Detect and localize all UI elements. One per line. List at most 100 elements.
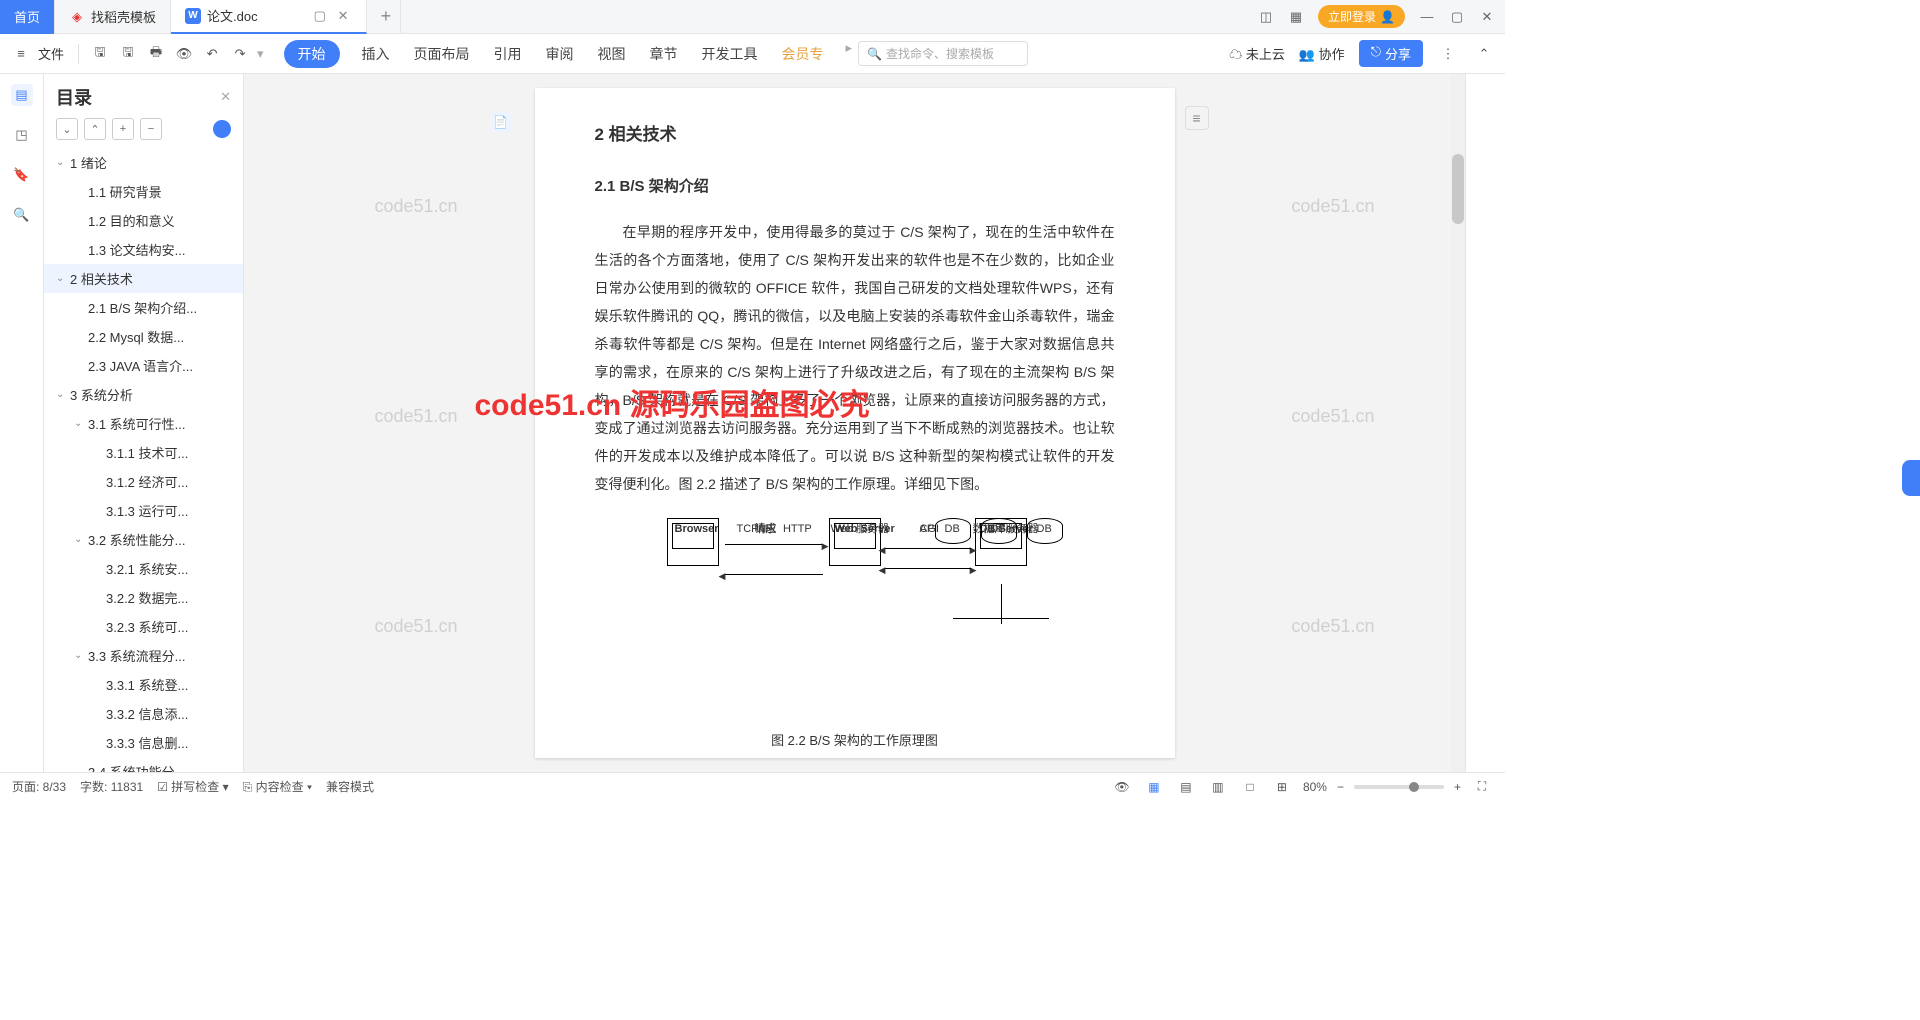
toc-item[interactable]: 3.3.2 信息添... [44, 699, 243, 728]
minimize-icon[interactable]: — [1419, 9, 1435, 24]
toc-add[interactable]: + [112, 118, 134, 140]
tab-home[interactable]: 首页 [0, 0, 55, 34]
zoom-out-icon[interactable]: − [1337, 780, 1344, 794]
char-count[interactable]: 字数: 11831 [80, 778, 143, 795]
section-heading: 2.1 B/S 架构介绍 [595, 172, 1115, 202]
toc-item[interactable]: ⌄3 系统分析 [44, 380, 243, 409]
toc-item[interactable]: 2.2 Mysql 数据... [44, 322, 243, 351]
ribbon-tab-review[interactable]: 审阅 [544, 40, 576, 68]
outline-icon[interactable]: ▤ [11, 84, 33, 106]
view-web-icon[interactable]: ▥ [1207, 776, 1229, 798]
menu-icon[interactable]: ≡ [10, 43, 32, 65]
toc-item[interactable]: 3.1.3 运行可... [44, 496, 243, 525]
view-page-icon[interactable]: ▦ [1143, 776, 1165, 798]
sidebar: ▤ ◳ 🔖 🔍 [0, 74, 44, 772]
ribbon: ≡ 文件 🖫 🖫 🖶 👁 ↶ ↷ ▾ 开始 插入 页面布局 引用 审阅 视图 章… [0, 34, 1505, 74]
tab-template[interactable]: ◈ 找稻壳模板 [55, 0, 171, 34]
tab-document[interactable]: W 论文.doc ▢ ✕ [171, 0, 367, 34]
ribbon-tab-chapter[interactable]: 章节 [648, 40, 680, 68]
apps-icon[interactable]: ▦ [1288, 9, 1304, 25]
view-read-icon[interactable]: □ [1239, 776, 1261, 798]
save-icon[interactable]: 🖫 [89, 43, 111, 65]
user-icon: 👤 [1380, 10, 1395, 24]
toc-item[interactable]: 1.1 研究背景 [44, 177, 243, 206]
toc-item[interactable]: 3.4 系统功能分... [44, 757, 243, 772]
toc-item[interactable]: 3.2.3 系统可... [44, 612, 243, 641]
toc-item[interactable]: 1.2 目的和意义 [44, 206, 243, 235]
more-icon[interactable]: ⋮ [1437, 43, 1459, 65]
wps-icon: W [185, 8, 201, 24]
toc-item[interactable]: 3.1.2 经济可... [44, 467, 243, 496]
right-panel [1465, 74, 1505, 772]
ribbon-tabs: 开始 插入 页面布局 引用 审阅 视图 章节 开发工具 会员专 ▸ [284, 40, 853, 68]
cloud-status[interactable]: ☁ 未上云 [1229, 44, 1285, 63]
search-icon: 🔍 [867, 47, 882, 61]
page-indicator[interactable]: 页面: 8/33 [12, 778, 66, 795]
ribbon-tab-insert[interactable]: 插入 [360, 40, 392, 68]
toc-list: ⌄1 绪论1.1 研究背景1.2 目的和意义1.3 论文结构安...⌄2 相关技… [44, 148, 243, 772]
fullscreen-icon[interactable]: ⛶ [1471, 776, 1493, 798]
login-button[interactable]: 立即登录👤 [1318, 5, 1405, 28]
share-button[interactable]: ⎋分享 [1359, 40, 1423, 67]
toc-close-icon[interactable]: ✕ [220, 89, 231, 105]
save-as-icon[interactable]: 🖫 [117, 43, 139, 65]
toc-item[interactable]: 1.3 论文结构安... [44, 235, 243, 264]
present-icon[interactable]: ▢ [314, 8, 328, 24]
find-icon[interactable]: 🔍 [11, 204, 33, 226]
toc-collapse-all[interactable]: ⌄ [56, 118, 78, 140]
people-icon: 👥 [1299, 47, 1315, 62]
toc-item[interactable]: 3.2.1 系统安... [44, 554, 243, 583]
view-outline-icon[interactable]: ▤ [1175, 776, 1197, 798]
ribbon-tab-layout[interactable]: 页面布局 [412, 40, 472, 68]
toc-settings-icon[interactable] [213, 120, 231, 138]
close-icon[interactable]: ✕ [1479, 9, 1495, 25]
close-tab-icon[interactable]: ✕ [338, 8, 352, 24]
toc-expand-all[interactable]: ⌃ [84, 118, 106, 140]
toc-item[interactable]: 2.3 JAVA 语言介... [44, 351, 243, 380]
ribbon-tab-ref[interactable]: 引用 [492, 40, 524, 68]
toc-item[interactable]: ⌄3.2 系统性能分... [44, 525, 243, 554]
expand-panel-icon[interactable]: ≡ [1185, 106, 1209, 130]
scrollbar[interactable] [1451, 74, 1465, 772]
ribbon-tab-view[interactable]: 视图 [596, 40, 628, 68]
toc-remove[interactable]: − [140, 118, 162, 140]
toc-item[interactable]: 2.1 B/S 架构介绍... [44, 293, 243, 322]
eye-icon[interactable]: 👁 [1111, 776, 1133, 798]
ribbon-tab-dev[interactable]: 开发工具 [700, 40, 760, 68]
collapse-ribbon-icon[interactable]: ⌃ [1473, 43, 1495, 65]
file-menu[interactable]: 文件 [38, 44, 64, 63]
nav-icon[interactable]: ◳ [11, 124, 33, 146]
docer-icon: ◈ [69, 9, 85, 25]
fit-icon[interactable]: ⊞ [1271, 776, 1293, 798]
document-viewport[interactable]: 📄 ≡ 2 相关技术 2.1 B/S 架构介绍 在早期的程序开发中，使用得最多的… [244, 74, 1465, 772]
spellcheck-button[interactable]: ☑ 拼写检查 ▾ [157, 778, 228, 795]
print-preview-icon[interactable]: 👁 [173, 43, 195, 65]
toc-item[interactable]: ⌄1 绪论 [44, 148, 243, 177]
scroll-thumb[interactable] [1452, 154, 1464, 224]
side-tab[interactable] [1902, 460, 1920, 496]
ribbon-tab-start[interactable]: 开始 [284, 40, 340, 68]
toc-item[interactable]: 3.3.3 信息删... [44, 728, 243, 757]
page-action-icon[interactable]: 📄 [491, 112, 511, 132]
maximize-icon[interactable]: ▢ [1449, 9, 1465, 25]
content-check-button[interactable]: ⎘ 内容检查 ▾ [243, 778, 312, 795]
toc-panel: 目录 ✕ ⌄ ⌃ + − ⌄1 绪论1.1 研究背景1.2 目的和意义1.3 论… [44, 74, 244, 772]
undo-icon[interactable]: ↶ [201, 43, 223, 65]
coop-button[interactable]: 👥 协作 [1299, 44, 1345, 63]
toc-item[interactable]: ⌄3.3 系统流程分... [44, 641, 243, 670]
zoom-in-icon[interactable]: + [1454, 780, 1461, 794]
new-tab-button[interactable]: + [367, 0, 401, 34]
zoom-slider[interactable] [1354, 785, 1444, 789]
layout-icon[interactable]: ◫ [1258, 9, 1274, 25]
toc-item[interactable]: 3.2.2 数据完... [44, 583, 243, 612]
toc-item[interactable]: ⌄2 相关技术 [44, 264, 243, 293]
bookmark-icon[interactable]: 🔖 [11, 164, 33, 186]
command-search[interactable]: 🔍 查找命令、搜索模板 [858, 41, 1028, 66]
zoom-label[interactable]: 80% [1303, 780, 1327, 794]
toc-item[interactable]: 3.1.1 技术可... [44, 438, 243, 467]
ribbon-tab-vip[interactable]: 会员专 [780, 40, 826, 68]
toc-item[interactable]: ⌄3.1 系统可行性... [44, 409, 243, 438]
redo-icon[interactable]: ↷ [229, 43, 251, 65]
print-icon[interactable]: 🖶 [145, 43, 167, 65]
toc-item[interactable]: 3.3.1 系统登... [44, 670, 243, 699]
